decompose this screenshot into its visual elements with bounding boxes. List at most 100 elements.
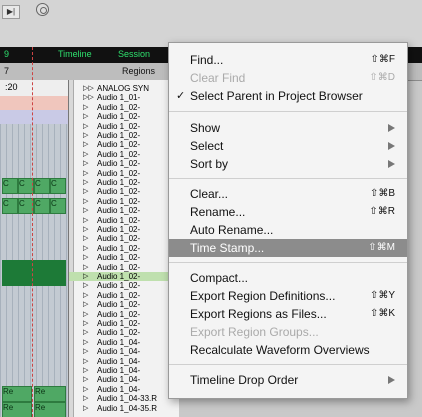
menu-item-find[interactable]: Find... ⇧⌘F (169, 51, 407, 69)
audio-clip[interactable]: C (50, 198, 66, 214)
audio-clip[interactable]: Re (2, 402, 32, 417)
region-list-item[interactable]: ▷ Audio 1_02- (69, 122, 179, 131)
region-list-item[interactable]: ▷ Audio 1_04- (69, 338, 179, 347)
menu-separator (169, 178, 407, 179)
audio-region-icon: ▷ (83, 197, 89, 205)
region-name: Audio 1_02- (97, 290, 141, 300)
region-name: Audio 1_04-33.R (97, 394, 158, 404)
region-list-item[interactable]: ▷ Audio 1_02- (69, 178, 179, 187)
region-list-item[interactable]: ▷ Audio 1_02- (69, 272, 179, 281)
audio-region-icon: ▷ (83, 282, 89, 290)
region-name: Audio 1_04- (97, 356, 141, 366)
audio-region-icon: ▷ (83, 254, 89, 262)
region-name: Audio 1_04- (97, 375, 141, 385)
play-button[interactable]: ▶| (2, 5, 20, 19)
title-strip: ▶| (0, 0, 422, 47)
region-list-item[interactable]: ▷ Audio 1_02- (69, 281, 179, 290)
region-list-item[interactable]: ▷ Audio 1_02- (69, 310, 179, 319)
marker-lane (0, 96, 68, 110)
audio-clip[interactable]: Re (2, 386, 32, 402)
audio-region-icon: ▷ (83, 216, 89, 224)
region-name: Audio 1_02- (97, 300, 141, 310)
region-name: Audio 1_02- (97, 272, 141, 281)
audio-region-icon: ▷ (83, 226, 89, 233)
region-name: Audio 1_02- (97, 121, 141, 131)
region-list-item[interactable]: ▷ Audio 1_02- (69, 131, 179, 140)
region-list-item[interactable]: ▷ Audio 1_02- (69, 300, 179, 309)
region-name: Audio 1_02- (97, 234, 141, 244)
region-list-item[interactable]: ▷ Audio 1_02- (69, 197, 179, 206)
audio-clip[interactable]: Re (34, 402, 66, 417)
menu-item-auto-rename[interactable]: Auto Rename... (169, 221, 407, 239)
waveform-clip[interactable] (2, 260, 66, 286)
region-list-item[interactable]: ▷ Audio 1_02- (69, 150, 179, 159)
region-name: Audio 1_01- (97, 93, 141, 103)
menu-item-select[interactable]: Select (169, 137, 407, 155)
menu-item-clear[interactable]: Clear... ⇧⌘B (169, 185, 407, 203)
region-name: Audio 1_02- (97, 281, 141, 291)
region-name: Audio 1_02- (97, 149, 141, 159)
menu-item-recalculate-waveforms[interactable]: Recalculate Waveform Overviews (169, 341, 407, 359)
audio-clip[interactable]: C (50, 178, 66, 194)
region-list-item[interactable]: ▷ Audio 1_04- (69, 385, 179, 394)
region-list-item[interactable]: ▷ Audio 1_02- (69, 244, 179, 253)
region-list-item[interactable]: ▷▷ ANALOG SYN (69, 84, 179, 93)
audio-region-icon: ▷ (83, 329, 89, 337)
audio-region-icon: ▷ (83, 235, 89, 243)
region-name: Audio 1_04-35.R (97, 403, 158, 413)
region-list-item[interactable]: ▷ Audio 1_02- (69, 319, 179, 328)
region-list-item[interactable]: ▷ Audio 1_04-35.R (69, 404, 179, 413)
menu-item-sort-by[interactable]: Sort by (169, 155, 407, 173)
timeline-area[interactable]: :20 C C C C C C C C Re Re Re Re (0, 80, 68, 417)
record-circle-icon[interactable] (36, 3, 49, 16)
region-list-item[interactable]: ▷ Audio 1_02- (69, 103, 179, 112)
region-list-item[interactable]: ▷ Audio 1_02- (69, 225, 179, 234)
audio-clip[interactable]: C (34, 178, 50, 194)
menu-item-select-parent[interactable]: ✓ Select Parent in Project Browser (169, 87, 407, 105)
playhead-line (32, 47, 33, 417)
region-list-item[interactable]: ▷ Audio 1_02- (69, 234, 179, 243)
region-list[interactable]: ▷▷ ANALOG SYN ▷▷ Audio 1_01- ▷ Audio 1_02- ▷ Au… (68, 80, 179, 417)
region-list-item[interactable]: ▷ Audio 1_02- (69, 187, 179, 196)
audio-clip[interactable]: C (2, 178, 18, 194)
audio-region-icon: ▷ (83, 395, 89, 403)
menu-item-rename[interactable]: Rename... ⇧⌘R (169, 203, 407, 221)
region-name: Audio 1_02- (97, 112, 141, 122)
region-list-item[interactable]: ▷ Audio 1_02- (69, 291, 179, 300)
region-list-item[interactable]: ▷ Audio 1_04- (69, 357, 179, 366)
region-list-item[interactable]: ▷ Audio 1_04- (69, 366, 179, 375)
region-name: Audio 1_02- (97, 262, 141, 272)
menu-item-export-files[interactable]: Export Regions as Files... ⇧⌘K (169, 305, 407, 323)
audio-clip[interactable]: C (34, 198, 50, 214)
menu-item-time-stamp[interactable]: Time Stamp... ⇧⌘M (169, 239, 407, 257)
region-name: Audio 1_02- (97, 102, 141, 112)
disclosure-triangle-icon: ▷▷ (83, 85, 94, 92)
audio-clip[interactable]: C (2, 198, 18, 214)
region-list-item[interactable]: ▷ Audio 1_04-33.R (69, 394, 179, 403)
menu-item-export-definitions[interactable]: Export Region Definitions... ⇧⌘Y (169, 287, 407, 305)
region-list-item[interactable]: ▷ Audio 1_02- (69, 159, 179, 168)
audio-region-icon: ▷ (83, 310, 89, 318)
region-list-item[interactable]: ▷ Audio 1_02- (69, 112, 179, 121)
region-list-item[interactable]: ▷ Audio 1_02- (69, 140, 179, 149)
menu-item-show[interactable]: Show (169, 119, 407, 137)
pro-tools-window: ▶| 9 Timeline Session 7 Regions :20 C C … (0, 0, 422, 417)
region-name: Audio 1_02- (97, 168, 141, 178)
region-list-item[interactable]: ▷▷ Audio 1_01- (69, 93, 179, 102)
region-list-item[interactable]: ▷ Audio 1_02- (69, 263, 179, 272)
region-list-item[interactable]: ▷ Audio 1_04- (69, 375, 179, 384)
tab-session[interactable]: Session (118, 49, 150, 59)
region-name: Audio 1_02- (97, 253, 141, 263)
region-list-item[interactable]: ▷ Audio 1_02- (69, 328, 179, 337)
region-list-item[interactable]: ▷ Audio 1_02- (69, 206, 179, 215)
tab-timeline[interactable]: Timeline (58, 49, 92, 59)
region-list-item[interactable]: ▷ Audio 1_02- (69, 253, 179, 262)
regions-header[interactable]: Regions (122, 66, 155, 76)
menu-item-timeline-drop-order[interactable]: Timeline Drop Order (169, 371, 407, 389)
menu-item-compact[interactable]: Compact... (169, 269, 407, 287)
region-list-item[interactable]: ▷ Audio 1_02- (69, 216, 179, 225)
region-list-item[interactable]: ▷ Audio 1_04- (69, 347, 179, 356)
region-list-item[interactable]: ▷ Audio 1_02- (69, 169, 179, 178)
audio-region-icon: ▷ (83, 367, 89, 374)
audio-clip[interactable]: Re (34, 386, 66, 402)
